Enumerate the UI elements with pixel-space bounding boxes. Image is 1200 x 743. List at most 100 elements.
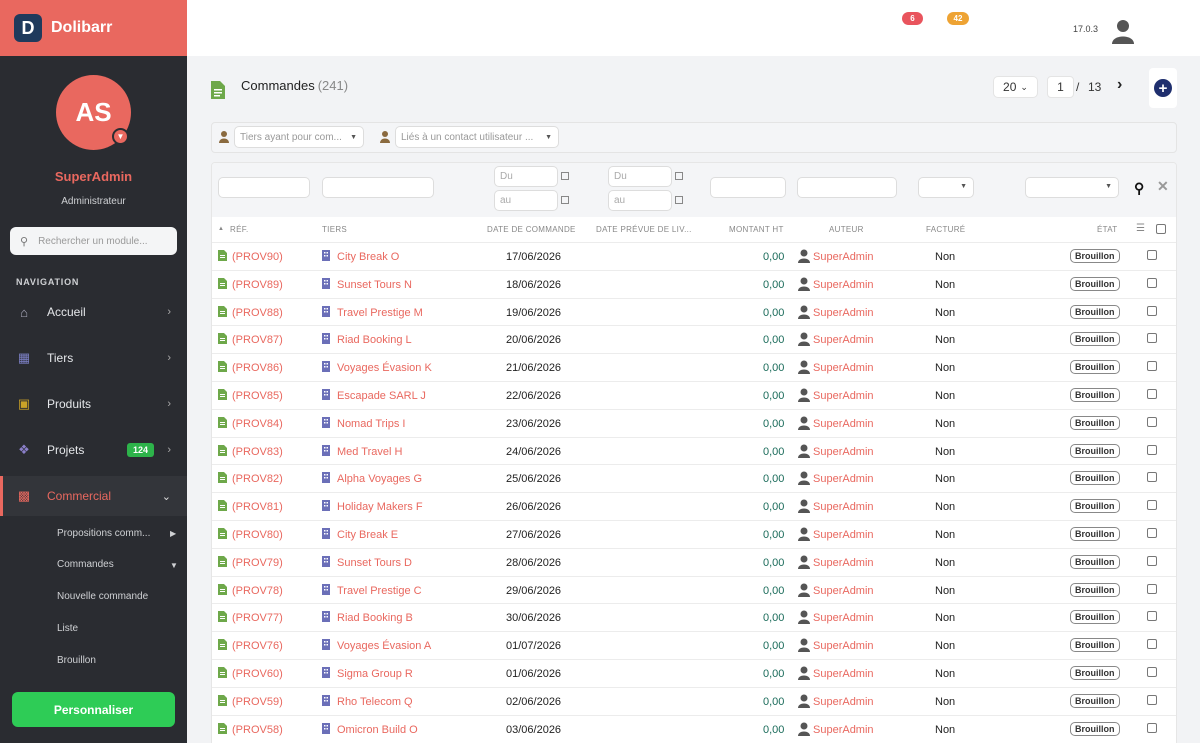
order-ref-link[interactable]: (PROV90) bbox=[232, 251, 283, 263]
tiers-link[interactable]: Escapade SARL J bbox=[337, 390, 426, 402]
author-link[interactable]: SuperAdmin bbox=[813, 724, 874, 736]
row-select-checkbox[interactable] bbox=[1147, 361, 1157, 372]
clear-filter-icon[interactable]: ✕ bbox=[1157, 178, 1169, 195]
row-select-checkbox[interactable] bbox=[1147, 277, 1157, 288]
row-select-checkbox[interactable] bbox=[1147, 416, 1157, 427]
sidebar-item-accueil[interactable]: ⌂ Accueil › bbox=[0, 292, 187, 332]
customize-button[interactable]: Personnaliser bbox=[12, 692, 175, 727]
calendar-icon[interactable] bbox=[561, 196, 569, 204]
ref-filter-input[interactable] bbox=[218, 177, 310, 198]
order-ref-link[interactable]: (PROV77) bbox=[232, 612, 283, 624]
new-order-button[interactable]: + bbox=[1149, 68, 1177, 108]
contact-filter-select[interactable]: Liés à un contact utilisateur ... ▼ bbox=[395, 126, 559, 148]
row-select-checkbox[interactable] bbox=[1147, 611, 1157, 622]
sidebar-item-produits[interactable]: ▣ Produits › bbox=[0, 384, 187, 424]
tiers-link[interactable]: City Break O bbox=[337, 251, 399, 263]
delivery-date-to-input[interactable]: au bbox=[608, 190, 672, 211]
thirdparty-filter-select[interactable]: Tiers ayant pour com... ▼ bbox=[234, 126, 364, 148]
page-size-select[interactable]: 20 ⌄ bbox=[993, 76, 1038, 98]
order-ref-link[interactable]: (PROV76) bbox=[232, 640, 283, 652]
tiers-link[interactable]: Travel Prestige C bbox=[337, 585, 422, 597]
author-link[interactable]: SuperAdmin bbox=[813, 473, 874, 485]
column-header-tiers[interactable]: TIERS bbox=[322, 225, 347, 234]
tiers-link[interactable]: Med Travel H bbox=[337, 446, 402, 458]
author-link[interactable]: SuperAdmin bbox=[813, 612, 874, 624]
tiers-link[interactable]: Sunset Tours D bbox=[337, 557, 412, 569]
order-ref-link[interactable]: (PROV83) bbox=[232, 446, 283, 458]
tiers-link[interactable]: Omicron Build O bbox=[337, 724, 418, 736]
chevron-down-icon[interactable]: ▼ bbox=[112, 128, 129, 145]
row-select-checkbox[interactable] bbox=[1147, 333, 1157, 344]
tiers-link[interactable]: Riad Booking L bbox=[337, 334, 412, 346]
notification-badge-orange[interactable]: 42 bbox=[947, 12, 969, 25]
author-link[interactable]: SuperAdmin bbox=[813, 640, 874, 652]
next-page-chevron-icon[interactable]: › bbox=[1117, 76, 1122, 94]
order-ref-link[interactable]: (PROV81) bbox=[232, 501, 283, 513]
row-select-checkbox[interactable] bbox=[1147, 444, 1157, 455]
author-link[interactable]: SuperAdmin bbox=[813, 446, 874, 458]
author-link[interactable]: SuperAdmin bbox=[813, 585, 874, 597]
tiers-link[interactable]: Riad Booking B bbox=[337, 612, 413, 624]
order-ref-link[interactable]: (PROV58) bbox=[232, 724, 283, 736]
column-header-author[interactable]: AUTEUR bbox=[829, 225, 864, 234]
order-ref-link[interactable]: (PROV87) bbox=[232, 334, 283, 346]
order-ref-link[interactable]: (PROV84) bbox=[232, 418, 283, 430]
column-header-ref[interactable]: RÉF. bbox=[230, 225, 249, 234]
order-ref-link[interactable]: (PROV78) bbox=[232, 585, 283, 597]
column-header-billed[interactable]: FACTURÉ bbox=[926, 225, 965, 234]
row-select-checkbox[interactable] bbox=[1147, 472, 1157, 483]
author-link[interactable]: SuperAdmin bbox=[813, 501, 874, 513]
row-select-checkbox[interactable] bbox=[1147, 389, 1157, 399]
column-header-status[interactable]: ÉTAT bbox=[1097, 225, 1117, 234]
author-link[interactable]: SuperAdmin bbox=[813, 529, 874, 541]
author-link[interactable]: SuperAdmin bbox=[813, 279, 874, 291]
delivery-date-from-input[interactable]: Du bbox=[608, 166, 672, 187]
tiers-link[interactable]: Sunset Tours N bbox=[337, 279, 412, 291]
calendar-icon[interactable] bbox=[675, 172, 683, 180]
column-header-delivery-date[interactable]: DATE PRÉVUE DE LIV... bbox=[596, 225, 692, 234]
author-link[interactable]: SuperAdmin bbox=[813, 251, 874, 263]
author-link[interactable]: SuperAdmin bbox=[813, 668, 874, 680]
author-link[interactable]: SuperAdmin bbox=[813, 390, 874, 402]
tiers-link[interactable]: Rho Telecom Q bbox=[337, 696, 413, 708]
order-ref-link[interactable]: (PROV86) bbox=[232, 362, 283, 374]
order-date-to-input[interactable]: au bbox=[494, 190, 558, 211]
tiers-link[interactable]: Sigma Group R bbox=[337, 668, 413, 680]
billed-filter-select[interactable]: ▼ bbox=[918, 177, 974, 198]
tiers-filter-input[interactable] bbox=[322, 177, 434, 198]
current-page-input[interactable]: 1 bbox=[1047, 76, 1074, 98]
calendar-icon[interactable] bbox=[561, 172, 569, 180]
column-header-amount[interactable]: MONTANT HT bbox=[729, 225, 784, 234]
sidebar-item-projets[interactable]: ❖ Projets 124 › bbox=[0, 430, 187, 470]
row-select-checkbox[interactable] bbox=[1147, 500, 1157, 511]
amount-filter-input[interactable] bbox=[710, 177, 786, 198]
sort-asc-icon[interactable]: ▲ bbox=[218, 226, 224, 232]
row-select-checkbox[interactable] bbox=[1147, 305, 1157, 316]
tiers-link[interactable]: Alpha Voyages G bbox=[337, 473, 422, 485]
status-filter-select[interactable]: ▼ bbox=[1025, 177, 1119, 198]
order-ref-link[interactable]: (PROV88) bbox=[232, 307, 283, 319]
order-ref-link[interactable]: (PROV59) bbox=[232, 696, 283, 708]
notification-badge-red[interactable]: 6 bbox=[902, 12, 923, 25]
author-link[interactable]: SuperAdmin bbox=[813, 334, 874, 346]
tiers-link[interactable]: City Break E bbox=[337, 529, 398, 541]
author-link[interactable]: SuperAdmin bbox=[813, 557, 874, 569]
column-header-order-date[interactable]: DATE DE COMMANDE bbox=[487, 225, 576, 234]
subitem-commandes[interactable]: Commandes bbox=[57, 559, 114, 570]
row-select-checkbox[interactable] bbox=[1147, 667, 1157, 677]
sidebar-item-commercial[interactable]: ▩ Commercial ⌄ bbox=[0, 476, 187, 516]
subitem-liste[interactable]: Liste bbox=[57, 623, 78, 634]
row-select-checkbox[interactable] bbox=[1147, 583, 1157, 594]
subitem-propositions[interactable]: Propositions comm... bbox=[57, 528, 150, 539]
order-ref-link[interactable]: (PROV79) bbox=[232, 557, 283, 569]
row-select-checkbox[interactable] bbox=[1147, 528, 1157, 538]
author-link[interactable]: SuperAdmin bbox=[813, 696, 874, 708]
select-all-checkbox[interactable] bbox=[1156, 224, 1166, 234]
order-ref-link[interactable]: (PROV89) bbox=[232, 279, 283, 291]
module-search-input[interactable]: ⚲ Rechercher un module... bbox=[10, 227, 177, 255]
subitem-nouvelle-commande[interactable]: Nouvelle commande bbox=[57, 591, 148, 602]
tiers-link[interactable]: Travel Prestige M bbox=[337, 307, 423, 319]
row-select-checkbox[interactable] bbox=[1147, 555, 1157, 566]
brand-header[interactable]: D Dolibarr bbox=[0, 0, 187, 56]
tiers-link[interactable]: Voyages Évasion K bbox=[337, 362, 432, 374]
